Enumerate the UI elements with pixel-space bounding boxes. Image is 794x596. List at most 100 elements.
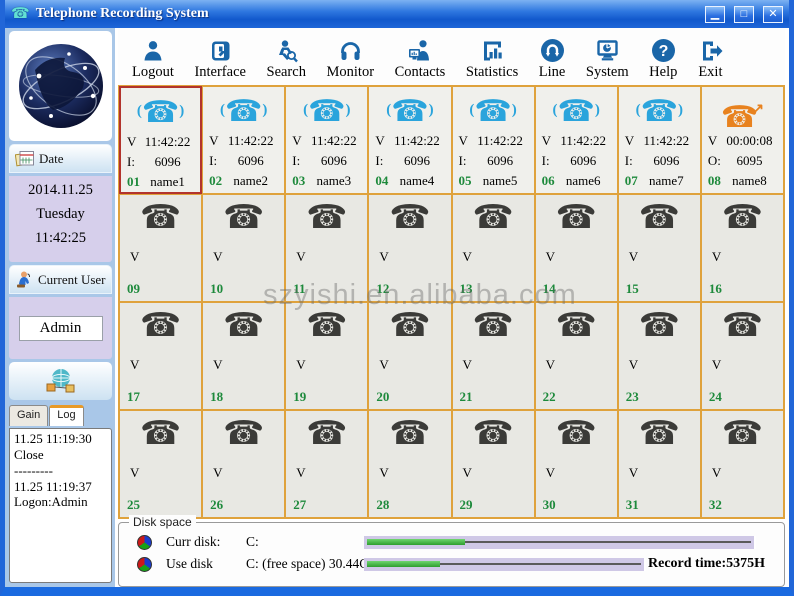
- channel-cell-19[interactable]: ☎V19: [285, 302, 368, 410]
- channel-number: 29: [460, 497, 473, 513]
- channel-cell-17[interactable]: ☎V17: [119, 302, 202, 410]
- toolbar-button-interface[interactable]: Interface: [194, 36, 246, 81]
- toolbar-button-search[interactable]: Search: [267, 36, 306, 81]
- use-disk-bar[interactable]: [364, 558, 646, 571]
- channel-info-row: 02name2: [203, 171, 284, 191]
- phone-idle-icon: ☎: [702, 195, 783, 239]
- toolbar-button-label: Statistics: [466, 64, 518, 81]
- channel-cell-11[interactable]: ☎V11: [285, 194, 368, 302]
- channel-cell-01[interactable]: (☎)V11:42:22I:609601name1: [119, 86, 202, 194]
- channel-info-row: 04name4: [369, 171, 450, 191]
- channel-cell-24[interactable]: ☎V24: [701, 302, 784, 410]
- contacts-icon: [407, 36, 432, 63]
- channel-cell-32[interactable]: ☎V32: [701, 410, 784, 518]
- phone-idle-icon: ☎: [369, 195, 450, 239]
- channel-cell-28[interactable]: ☎V28: [368, 410, 451, 518]
- channel-cell-09[interactable]: ☎V09: [119, 194, 202, 302]
- monitor-icon: [338, 36, 363, 63]
- toolbar-button-line[interactable]: Line: [539, 36, 566, 81]
- close-button[interactable]: ✕: [763, 6, 783, 23]
- toolbar-button-label: Monitor: [327, 64, 375, 81]
- channel-number: 32: [709, 497, 722, 513]
- channel-info-row: 06name6: [536, 171, 617, 191]
- line-state: V: [546, 465, 555, 481]
- channel-cell-18[interactable]: ☎V18: [202, 302, 285, 410]
- channel-cell-04[interactable]: (☎)V11:42:22I:609604name4: [368, 86, 451, 194]
- log-line: 11.25 11:19:37: [14, 479, 107, 495]
- call-time: 00:00:08: [716, 133, 783, 149]
- phone-ringing-icon: (☎): [619, 87, 700, 131]
- channel-info-row: I:6096: [536, 151, 617, 171]
- sidebar: Date 2014.11.25 Tuesday 11:42:25 Current…: [5, 28, 115, 587]
- channel-cell-15[interactable]: ☎V15: [618, 194, 701, 302]
- channel-cell-07[interactable]: (☎)V11:42:22I:609607name7: [618, 86, 701, 194]
- channel-name: name1: [135, 174, 200, 190]
- channel-cell-14[interactable]: ☎V14: [535, 194, 618, 302]
- channel-cell-02[interactable]: (☎)V11:42:22I:609602name2: [202, 86, 285, 194]
- channel-number: 24: [709, 389, 722, 405]
- phone-idle-icon: ☎: [619, 303, 700, 347]
- extension-number: 6096: [300, 153, 367, 169]
- titlebar: ☎ Telephone Recording System ▁ □ ✕: [5, 0, 789, 28]
- curr-disk-bar[interactable]: [364, 536, 756, 549]
- phone-idle-icon: ☎: [369, 411, 450, 455]
- toolbar-button-exit[interactable]: Exit: [698, 36, 723, 81]
- channel-cell-20[interactable]: ☎V20: [368, 302, 451, 410]
- line-state: V: [712, 357, 721, 373]
- channel-cell-16[interactable]: ☎V16: [701, 194, 784, 302]
- phone-ringing-icon: (☎): [203, 87, 284, 131]
- channel-number: 12: [376, 281, 389, 297]
- line-state: V: [296, 357, 305, 373]
- extension-number: 6096: [467, 153, 534, 169]
- extension-number: 6096: [135, 154, 200, 170]
- channel-info-row: I:6096: [453, 151, 534, 171]
- channel-cell-10[interactable]: ☎V10: [202, 194, 285, 302]
- channel-cell-26[interactable]: ☎V26: [202, 410, 285, 518]
- app-window: ☎ Telephone Recording System ▁ □ ✕: [0, 0, 794, 596]
- minimize-button[interactable]: ▁: [705, 6, 725, 23]
- channel-cell-13[interactable]: ☎V13: [452, 194, 535, 302]
- channel-cell-05[interactable]: (☎)V11:42:22I:609605name5: [452, 86, 535, 194]
- toolbar-button-label: Search: [267, 64, 306, 81]
- maximize-button[interactable]: □: [734, 6, 754, 23]
- channel-cell-27[interactable]: ☎V27: [285, 410, 368, 518]
- line-state: V: [379, 249, 388, 265]
- channel-number: 13: [460, 281, 473, 297]
- channel-name: name4: [383, 173, 450, 189]
- phone-idle-icon: ☎: [203, 411, 284, 455]
- curr-disk-row: Curr disk: C:: [125, 531, 778, 553]
- channel-number: 27: [293, 497, 306, 513]
- toolbar-button-label: Logout: [132, 64, 174, 81]
- phone-ringing-icon: (☎): [121, 88, 200, 132]
- channel-cell-30[interactable]: ☎V30: [535, 410, 618, 518]
- channel-cell-25[interactable]: ☎V25: [119, 410, 202, 518]
- toolbar-button-contacts[interactable]: Contacts: [395, 36, 446, 81]
- toolbar-button-help[interactable]: ?Help: [649, 36, 677, 81]
- toolbar-button-monitor[interactable]: Monitor: [327, 36, 375, 81]
- channel-number: 10: [210, 281, 223, 297]
- channel-cell-31[interactable]: ☎V31: [618, 410, 701, 518]
- channel-cell-03[interactable]: (☎)V11:42:22I:609603name3: [285, 86, 368, 194]
- toolbar-button-system[interactable]: System: [586, 36, 629, 81]
- extension-number: 6096: [550, 153, 617, 169]
- channel-number: 23: [626, 389, 639, 405]
- channel-cell-22[interactable]: ☎V22: [535, 302, 618, 410]
- channel-cell-23[interactable]: ☎V23: [618, 302, 701, 410]
- line-state: V: [629, 465, 638, 481]
- channel-cell-08[interactable]: ☎↗V00:00:08O:609508name8: [701, 86, 784, 194]
- toolbar-button-statistics[interactable]: Statistics: [466, 36, 518, 81]
- tab-gain[interactable]: Gain: [9, 405, 48, 426]
- phone-idle-icon: ☎: [120, 303, 201, 347]
- toolbar-button-logout[interactable]: Logout: [132, 36, 174, 81]
- channel-cell-29[interactable]: ☎V29: [452, 410, 535, 518]
- tab-log[interactable]: Log: [49, 405, 83, 426]
- call-time: 11:42:22: [633, 133, 700, 149]
- current-date: 2014.11.25: [9, 182, 112, 199]
- channel-info-row: I:6096: [286, 151, 367, 171]
- log-line: 11.25 11:19:30: [14, 431, 107, 447]
- log-list[interactable]: 11.25 11:19:30Close---------11.25 11:19:…: [9, 428, 112, 583]
- channel-cell-12[interactable]: ☎ V 12: [368, 194, 451, 302]
- channel-cell-21[interactable]: ☎V21: [452, 302, 535, 410]
- channel-cell-06[interactable]: (☎)V11:42:22I:609606name6: [535, 86, 618, 194]
- disk-space-panel: Disk space Curr disk: C: Use disk C: (fr…: [118, 522, 785, 587]
